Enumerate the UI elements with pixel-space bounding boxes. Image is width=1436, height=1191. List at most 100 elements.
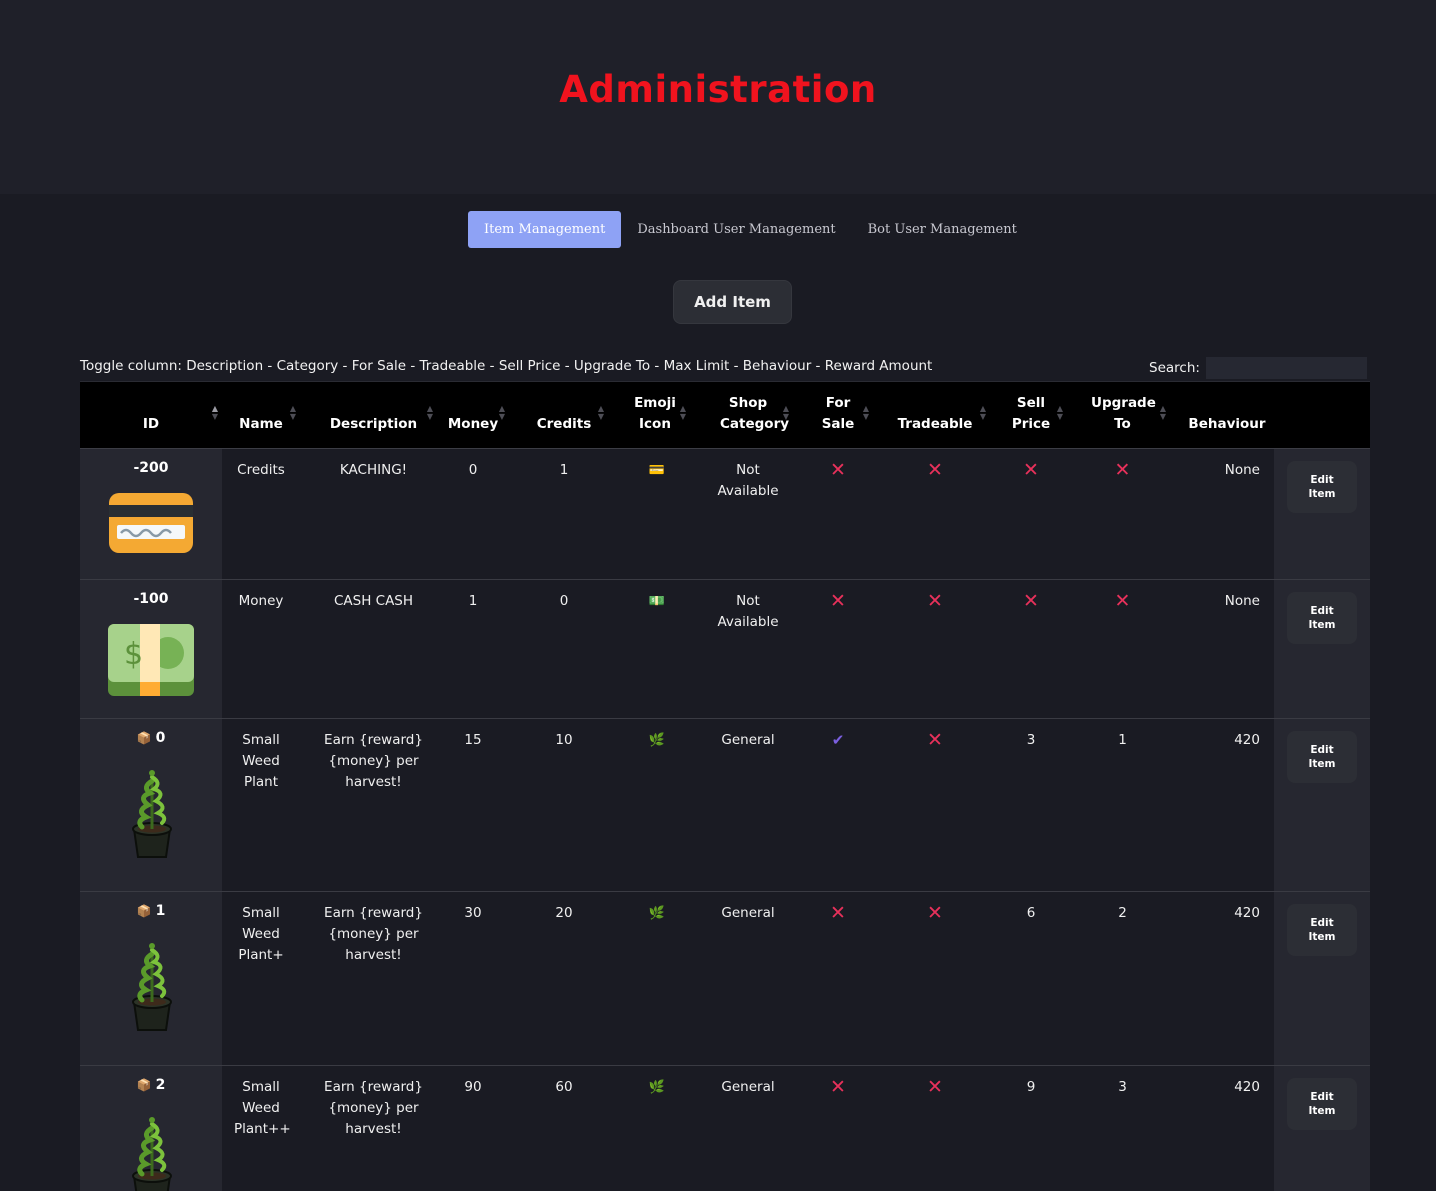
behaviour: 420 — [1234, 1079, 1260, 1095]
cross-icon: ✕ — [927, 590, 943, 612]
tab-bot-user-management[interactable]: Bot User Management — [852, 211, 1033, 248]
weed-plant-image — [124, 1114, 180, 1191]
package-icon: 📦 — [136, 1078, 152, 1092]
item-id-value: 2 — [155, 1077, 166, 1093]
page-title: Administration — [559, 68, 877, 111]
toggle-column-behaviour[interactable]: Behaviour — [743, 358, 812, 374]
sort-arrows-icon: ▲ ▼ — [498, 404, 505, 421]
toggle-prefix: Toggle column: — [80, 358, 187, 374]
tradeable: ✕ — [880, 591, 990, 614]
items-table: ID ▲ ▼ Name ▲ ▼ Description ▲ ▼ Money ▲ ▼ Credits ▲ ▼ E… — [80, 381, 1370, 1191]
column-header-shop-category[interactable]: Shop Category ▲ ▼ — [703, 382, 793, 449]
weed-plant-image — [124, 940, 180, 1036]
item-credits: 20 — [555, 905, 573, 921]
admin-tabs: Item Management Dashboard User Management… — [468, 211, 1033, 248]
toggle-separator: - — [650, 358, 664, 374]
column-header-sell-price[interactable]: Sell Price ▲ ▼ — [995, 382, 1067, 449]
edit-item-button[interactable]: Edit Item — [1287, 461, 1357, 513]
toggle-separator: - — [811, 358, 825, 374]
column-header-label: Upgrade To — [1091, 395, 1156, 432]
for-sale: ✕ — [803, 1077, 873, 1100]
item-credits: 0 — [559, 593, 569, 609]
table-row: 📦 2 Small Weed Plant++ Earn {reward} {money… — [80, 1066, 1370, 1191]
column-header-behaviour[interactable]: Behaviour — [1180, 382, 1274, 449]
for-sale: ✕ — [803, 591, 873, 614]
cross-icon: ✕ — [1114, 459, 1131, 481]
item-name: Small Weed Plant — [242, 732, 280, 790]
tab-dashboard-user-management[interactable]: Dashboard User Management — [621, 211, 851, 248]
table-header: ID ▲ ▼ Name ▲ ▼ Description ▲ ▼ Money ▲ ▼ Credits ▲ ▼ E… — [80, 381, 1370, 449]
behaviour: None — [1224, 593, 1260, 609]
item-description: Earn {reward} {money} per harvest! — [324, 732, 423, 790]
sort-arrows-icon: ▲ ▼ — [862, 404, 869, 421]
column-header-for-sale[interactable]: For Sale ▲ ▼ — [803, 382, 873, 449]
toggle-column-max-limit[interactable]: Max Limit — [664, 358, 730, 374]
sort-arrows-icon: ▲ ▼ — [979, 404, 986, 421]
column-header-label: Emoji Icon — [634, 395, 676, 432]
item-id: -200 — [80, 460, 222, 476]
toggle-column-for-sale[interactable]: For Sale — [352, 358, 406, 374]
item-name: Small Weed Plant+ — [238, 905, 284, 963]
sort-arrows-icon: ▲ ▼ — [289, 404, 296, 421]
item-id-value: 0 — [155, 730, 166, 746]
item-money: 15 — [464, 732, 482, 748]
package-icon: 📦 — [136, 904, 152, 918]
toggle-column-category[interactable]: Category — [277, 358, 339, 374]
cross-icon: ✕ — [830, 459, 846, 481]
sort-arrows-icon: ▲ ▼ — [782, 404, 789, 421]
column-header-upgrade-to[interactable]: Upgrade To ▲ ▼ — [1075, 382, 1170, 449]
sort-arrows-icon: ▲ ▼ — [1159, 404, 1166, 421]
toggle-column-reward-amount[interactable]: Reward Amount — [825, 358, 933, 374]
toggle-column-description[interactable]: Description — [186, 358, 263, 374]
column-header-label: Description — [329, 416, 418, 432]
item-id: 📦 2 — [80, 1077, 222, 1093]
column-header-tradeable[interactable]: Tradeable ▲ ▼ — [880, 382, 990, 449]
tradeable: ✕ — [880, 903, 990, 926]
cross-icon: ✕ — [927, 459, 943, 481]
edit-item-button[interactable]: Edit Item — [1287, 731, 1357, 783]
credit-card-image — [107, 491, 195, 559]
edit-item-button[interactable]: Edit Item — [1287, 1078, 1357, 1130]
column-header-description[interactable]: Description ▲ ▼ — [310, 382, 437, 449]
edit-item-button[interactable]: Edit Item — [1287, 904, 1357, 956]
column-header-id[interactable]: ID ▲ ▼ — [80, 382, 222, 449]
tradeable: ✕ — [880, 460, 990, 483]
column-header-emoji-icon[interactable]: Emoji Icon ▲ ▼ — [620, 382, 690, 449]
item-id-value: -200 — [133, 460, 169, 476]
cross-icon: ✕ — [1023, 459, 1039, 481]
upgrade-to: 2 — [1118, 905, 1127, 921]
search-input[interactable] — [1205, 357, 1367, 379]
behaviour: 420 — [1234, 905, 1260, 921]
toggle-column-tradeable[interactable]: Tradeable — [420, 358, 486, 374]
toggle-column-upgrade-to[interactable]: Upgrade To — [574, 358, 650, 374]
sell-price: ✕ — [995, 460, 1067, 483]
item-description: Earn {reward} {money} per harvest! — [324, 905, 423, 963]
column-header-money[interactable]: Money ▲ ▼ — [437, 382, 509, 449]
for-sale: ✕ — [803, 460, 873, 483]
column-toggle-bar: Toggle column: Description - Category - … — [80, 358, 932, 374]
upgrade-to: 3 — [1118, 1079, 1127, 1095]
sort-arrows-icon: ▲ ▼ — [426, 404, 433, 421]
add-item-button[interactable]: Add Item — [673, 280, 792, 324]
tab-item-management[interactable]: Item Management — [468, 211, 622, 248]
upgrade-to: ✕ — [1075, 460, 1170, 483]
svg-text:$: $ — [124, 637, 143, 672]
item-id: -100 — [80, 591, 222, 607]
item-money: 90 — [464, 1079, 482, 1095]
column-header-label: Sell Price — [1011, 395, 1051, 432]
toggle-separator: - — [729, 358, 743, 374]
cross-icon: ✕ — [830, 1076, 846, 1098]
toggle-column-sell-price[interactable]: Sell Price — [499, 358, 561, 374]
column-header-label: ID — [142, 416, 160, 432]
behaviour: 420 — [1234, 732, 1260, 748]
item-id: 📦 1 — [80, 903, 222, 919]
edit-item-button[interactable]: Edit Item — [1287, 592, 1357, 644]
toggle-separator: - — [406, 358, 420, 374]
cross-icon: ✕ — [927, 1076, 943, 1098]
emoji-icon: 💵 — [648, 594, 666, 609]
column-header-name[interactable]: Name ▲ ▼ — [222, 382, 300, 449]
column-header-credits[interactable]: Credits ▲ ▼ — [520, 382, 608, 449]
emoji-icon: 🌿 — [648, 906, 666, 921]
item-id-value: 1 — [155, 903, 166, 919]
sell-price: 9 — [1026, 1079, 1036, 1095]
